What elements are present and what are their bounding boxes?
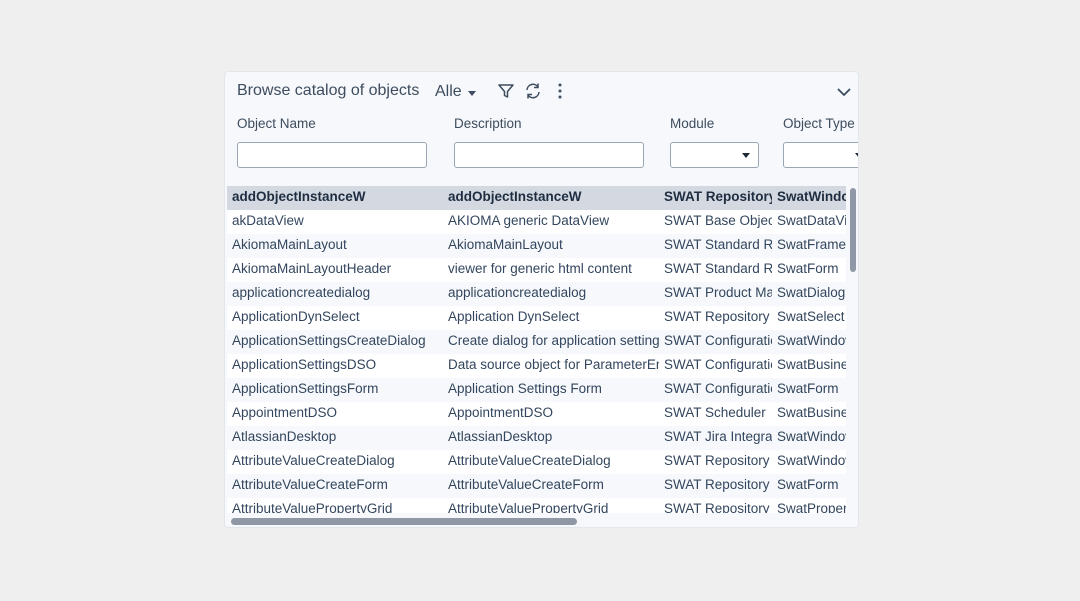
chevron-down-icon[interactable]: [836, 84, 852, 100]
cell-module: SWAT Repository I: [664, 501, 772, 513]
cell-object-name: AkiomaMainLayout: [232, 237, 347, 252]
table-row[interactable]: AppointmentDSO AppointmentDSO SWAT Schedul…: [227, 402, 846, 426]
cell-object-type: SwatWindow: [777, 453, 846, 468]
module-filter-select[interactable]: [670, 142, 759, 168]
more-vertical-icon[interactable]: [550, 81, 570, 101]
object-type-filter-select[interactable]: [783, 142, 858, 168]
cell-object-type: SwatForm: [777, 261, 839, 276]
cell-module: SWAT Configuratic: [664, 333, 772, 348]
table-row[interactable]: ApplicationSettingsForm Application Setti…: [227, 378, 846, 402]
cell-object-type: SwatFrame: [777, 237, 846, 252]
panel-title: Browse catalog of objects: [237, 82, 420, 99]
cell-description: applicationcreatedialog: [448, 285, 587, 300]
cell-object-type: SwatForm: [777, 477, 839, 492]
caret-down-icon: [855, 153, 858, 158]
cell-module: SWAT Standard Re: [664, 237, 772, 252]
cell-description: AttributeValueCreateForm: [448, 477, 604, 492]
cell-object-type: SwatForm: [777, 381, 839, 396]
cell-description: addObjectInstanceW: [448, 189, 582, 204]
panel-header: Browse catalog of objects Alle: [225, 72, 858, 112]
table-row[interactable]: applicationcreatedialog applicationcreate…: [227, 282, 846, 306]
column-header-object-name[interactable]: Object Name: [237, 116, 316, 131]
cell-object-type: SwatWindow: [777, 429, 846, 444]
cell-object-name: ApplicationDynSelect: [232, 309, 360, 324]
cell-description: AttributeValuePropertyGrid: [448, 501, 609, 513]
cell-object-type: SwatWindow: [777, 189, 846, 204]
cell-object-name: AttributeValueCreateForm: [232, 477, 388, 492]
cell-module: SWAT Base Objects: [664, 213, 772, 228]
scope-dropdown-value: Alle: [435, 83, 462, 100]
cell-object-type: SwatBusiness: [777, 405, 846, 420]
cell-description: AkiomaMainLayout: [448, 237, 563, 252]
table-row[interactable]: AttributeValuePropertyGrid AttributeValue…: [227, 498, 846, 513]
table-row[interactable]: akDataView AKIOMA generic DataView SWAT Ba…: [227, 210, 846, 234]
cell-object-name: ApplicationSettingsCreateDialog: [232, 333, 426, 348]
cell-object-name: AtlassianDesktop: [232, 429, 337, 444]
cell-module: SWAT Jira Integrat: [664, 429, 772, 444]
horizontal-scrollbar-thumb[interactable]: [231, 518, 577, 525]
cell-object-name: ApplicationSettingsDSO: [232, 357, 377, 372]
table-row[interactable]: ApplicationSettingsDSO Data source object…: [227, 354, 846, 378]
cell-module: SWAT Configuratic: [664, 357, 772, 372]
table-row[interactable]: AttributeValueCreateDialog AttributeValue…: [227, 450, 846, 474]
cell-description: viewer for generic html content: [448, 261, 632, 276]
cell-object-name: AttributeValuePropertyGrid: [232, 501, 393, 513]
cell-description: Application Settings Form: [448, 381, 602, 396]
object-name-filter-input[interactable]: [237, 142, 427, 168]
table-row[interactable]: ApplicationDynSelect Application DynSelec…: [227, 306, 846, 330]
cell-object-type: SwatDialog: [777, 285, 846, 300]
table-row[interactable]: AkiomaMainLayoutHeader viewer for generic…: [227, 258, 846, 282]
cell-object-name: ApplicationSettingsForm: [232, 381, 379, 396]
cell-description: AKIOMA generic DataView: [448, 213, 610, 228]
cell-module: SWAT Standard Re: [664, 261, 772, 276]
description-filter-input[interactable]: [454, 142, 644, 168]
cell-object-name: akDataView: [232, 213, 304, 228]
cell-object-type: SwatProperty: [777, 501, 846, 513]
vertical-scrollbar-thumb[interactable]: [850, 188, 856, 272]
cell-module: SWAT Scheduler: [664, 405, 766, 420]
column-header-module[interactable]: Module: [670, 116, 714, 131]
objects-table: addObjectInstanceW addObjectInstanceW SWAT…: [227, 186, 846, 513]
cell-object-name: applicationcreatedialog: [232, 285, 371, 300]
cell-object-name: addObjectInstanceW: [232, 189, 366, 204]
table-row[interactable]: AttributeValueCreateForm AttributeValueCr…: [227, 474, 846, 498]
table-row[interactable]: addObjectInstanceW addObjectInstanceW SWAT…: [227, 186, 846, 210]
column-header-object-type[interactable]: Object Type: [783, 116, 855, 131]
cell-object-name: AkiomaMainLayoutHeader: [232, 261, 392, 276]
cell-object-type: SwatWindow: [777, 333, 846, 348]
cell-description: AtlassianDesktop: [448, 429, 553, 444]
table-row[interactable]: ApplicationSettingsCreateDialog Create di…: [227, 330, 846, 354]
cell-description: Data source object for ParameterEn: [448, 357, 659, 372]
cell-module: SWAT Repository: [664, 189, 772, 204]
refresh-icon[interactable]: [523, 81, 543, 101]
cell-object-type: SwatDataView: [777, 213, 846, 228]
cell-object-type: SwatSelect: [777, 309, 845, 324]
table-row[interactable]: AkiomaMainLayout AkiomaMainLayout SWAT Sta…: [227, 234, 846, 258]
filter-icon[interactable]: [496, 81, 516, 101]
cell-module: SWAT Repository I: [664, 477, 772, 492]
cell-description: Create dialog for application settings: [448, 333, 659, 348]
cell-object-name: AttributeValueCreateDialog: [232, 453, 395, 468]
caret-down-icon: [467, 90, 476, 96]
cell-module: SWAT Repository I: [664, 453, 772, 468]
cell-description: AppointmentDSO: [448, 405, 554, 420]
cell-object-name: AppointmentDSO: [232, 405, 338, 420]
cell-description: AttributeValueCreateDialog: [448, 453, 611, 468]
column-header-description[interactable]: Description: [454, 116, 522, 131]
cell-module: SWAT Repository I: [664, 309, 772, 324]
cell-object-type: SwatBusiness: [777, 357, 846, 372]
caret-down-icon: [742, 153, 750, 158]
table-row[interactable]: AtlassianDesktop AtlassianDesktop SWAT Jir…: [227, 426, 846, 450]
cell-module: SWAT Configuratic: [664, 381, 772, 396]
scope-dropdown[interactable]: Alle: [435, 83, 476, 101]
cell-module: SWAT Product Ma: [664, 285, 772, 300]
vertical-scrollbar[interactable]: [848, 186, 856, 513]
catalog-panel: Browse catalog of objects Alle Object Na…: [224, 71, 859, 528]
cell-description: Application DynSelect: [448, 309, 580, 324]
